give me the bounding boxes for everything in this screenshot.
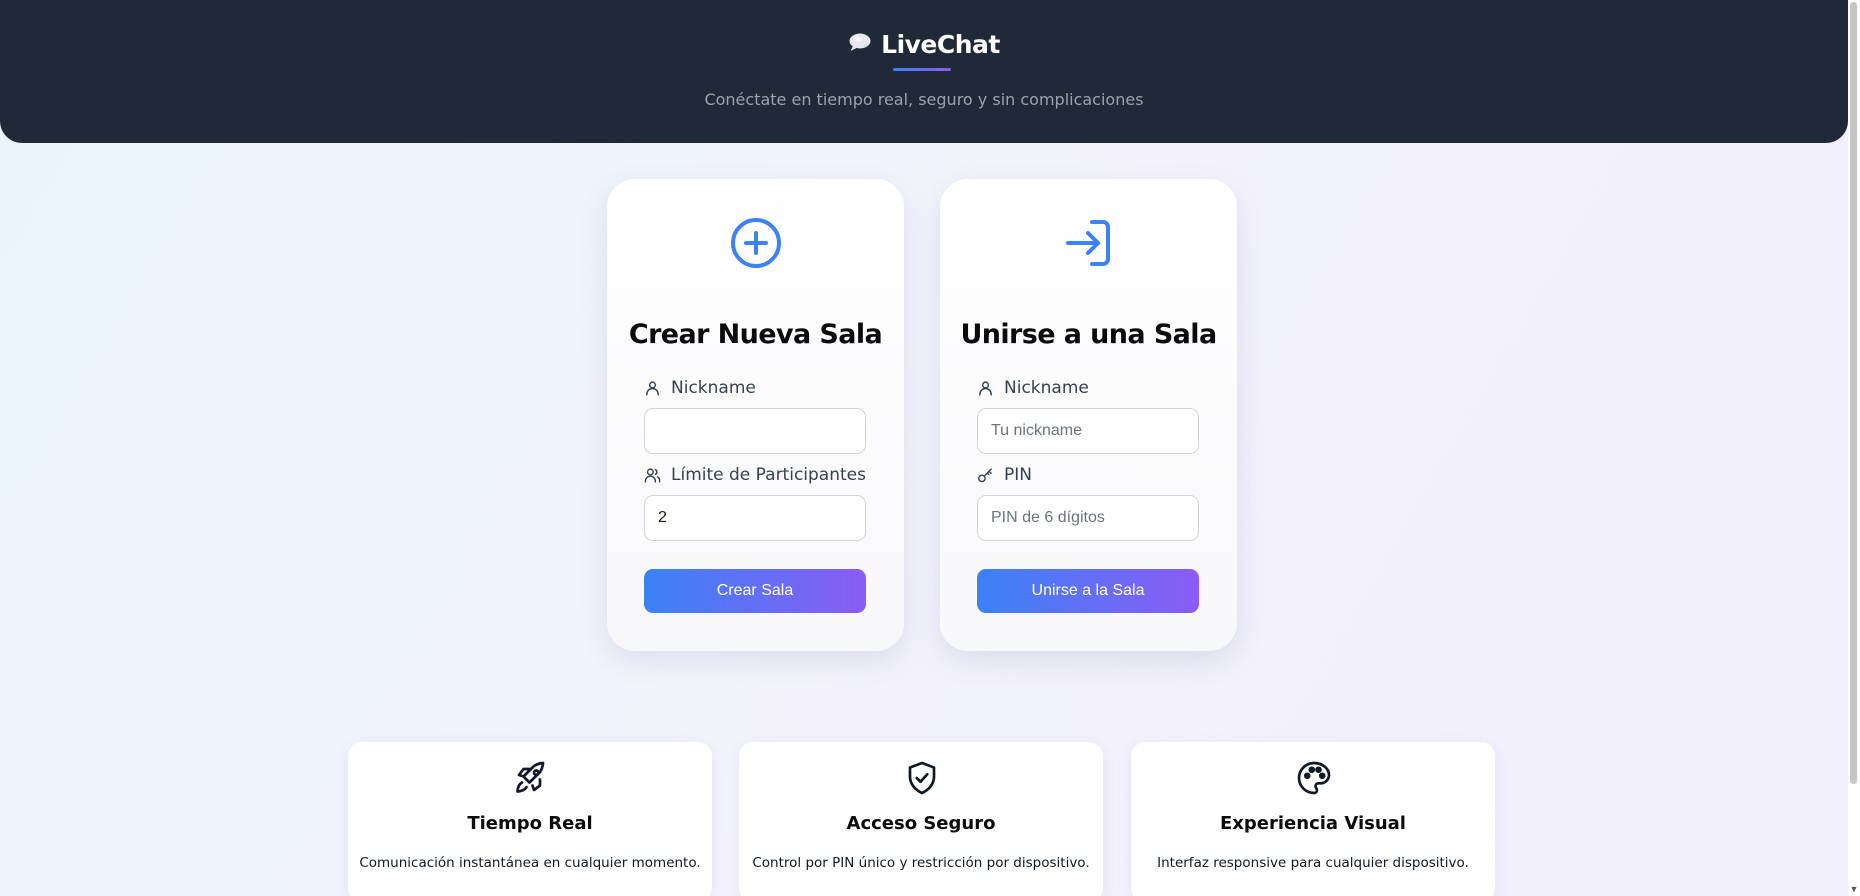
feature-card-visual: Experiencia Visual Interfaz responsive p…: [1131, 742, 1495, 896]
user-icon: [979, 380, 992, 396]
feature-description: Interfaz responsive para cualquier dispo…: [1157, 855, 1469, 871]
pin-label: PIN: [977, 465, 1032, 485]
join-nickname-label-text: Nickname: [1004, 378, 1089, 398]
create-room-title: Crear Nueva Sala: [628, 319, 883, 350]
join-room-button[interactable]: Unirse a la Sala: [977, 569, 1199, 613]
page-scrollbar[interactable]: ▼: [1848, 0, 1860, 896]
app-title: LiveChat: [881, 30, 1000, 59]
pin-input[interactable]: [977, 495, 1199, 541]
feature-card-security: Acceso Seguro Control por PIN único y re…: [739, 742, 1103, 896]
participant-limit-label-text: Límite de Participantes: [671, 465, 866, 485]
users-icon: [644, 467, 661, 483]
key-icon: [978, 467, 992, 482]
scroll-down-arrow-icon[interactable]: ▼: [1849, 884, 1859, 894]
feature-description: Comunicación instantánea en cualquier mo…: [359, 855, 701, 871]
palette-icon: [1296, 760, 1332, 796]
feature-title: Experiencia Visual: [1220, 813, 1406, 834]
speech-bubble-icon: [848, 32, 872, 57]
feature-description: Control por PIN único y restricción por …: [752, 855, 1090, 871]
join-room-card: Unirse a una Sala Nickname PIN Unirse a …: [940, 179, 1237, 651]
pin-label-text: PIN: [1004, 465, 1032, 485]
nickname-label: Nickname: [644, 378, 756, 398]
title-underline: [893, 68, 951, 71]
create-room-card: Crear Nueva Sala Nickname Límite de Part…: [607, 179, 904, 651]
participant-limit-label: Límite de Participantes: [644, 465, 866, 485]
shield-check-icon: [904, 760, 940, 796]
login-icon: [1062, 216, 1116, 270]
app-header: LiveChat Conéctate en tiempo real, segur…: [0, 0, 1848, 143]
feature-card-realtime: Tiempo Real Comunicación instantánea en …: [348, 742, 712, 896]
join-room-title: Unirse a una Sala: [960, 319, 1217, 350]
nickname-label-text: Nickname: [671, 378, 756, 398]
feature-title: Tiempo Real: [467, 813, 593, 834]
create-nickname-input[interactable]: [644, 408, 866, 454]
rocket-icon: [513, 760, 549, 796]
scrollbar-thumb[interactable]: [1850, 2, 1857, 784]
feature-title: Acceso Seguro: [846, 813, 996, 834]
user-icon: [646, 380, 659, 396]
participant-limit-input[interactable]: [644, 495, 866, 541]
plus-circle-icon: [729, 216, 783, 270]
create-room-button[interactable]: Crear Sala: [644, 569, 866, 613]
join-nickname-label: Nickname: [977, 378, 1089, 398]
join-nickname-input[interactable]: [977, 408, 1199, 454]
brand: LiveChat: [0, 30, 1848, 59]
app-subtitle: Conéctate en tiempo real, seguro y sin c…: [704, 90, 1144, 109]
